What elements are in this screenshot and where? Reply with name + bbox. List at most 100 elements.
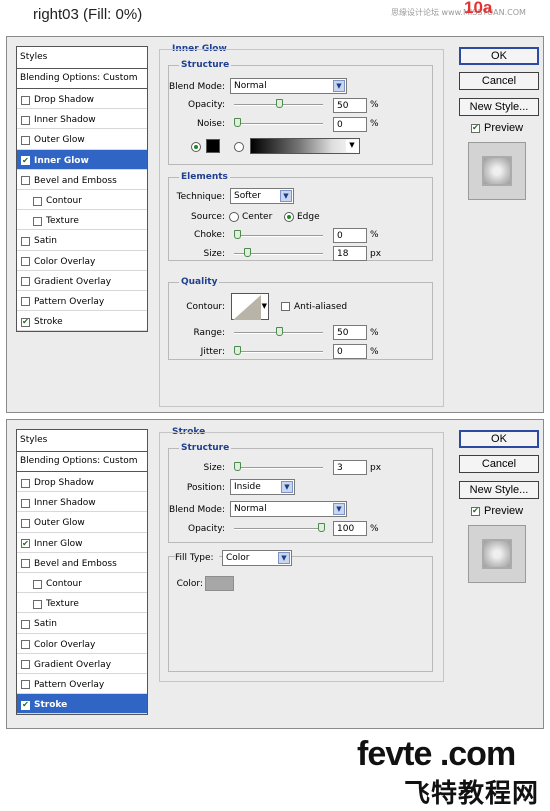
style-item-contour[interactable]: Contour [17, 190, 147, 211]
size-input[interactable]: 18 [333, 246, 367, 261]
blend-mode-select[interactable]: Normal ▼ [230, 78, 347, 94]
size-slider[interactable] [234, 247, 323, 259]
new-style-button[interactable]: New Style... [459, 481, 539, 499]
style-checkbox[interactable] [21, 277, 30, 287]
source-center-radio[interactable] [229, 212, 239, 222]
style-item-outer-glow[interactable]: Outer Glow [17, 129, 147, 150]
style-checkbox[interactable]: ✔ [21, 317, 30, 327]
preview-checkbox[interactable]: ✔ [471, 506, 480, 516]
slider-thumb[interactable] [276, 99, 283, 108]
style-checkbox[interactable] [33, 216, 42, 226]
style-item-drop-shadow[interactable]: Drop Shadow [17, 472, 147, 493]
chevron-down-icon[interactable]: ▼ [262, 302, 267, 310]
blending-options-row[interactable]: Blending Options: Custom [17, 452, 147, 472]
technique-select[interactable]: Softer ▼ [230, 188, 294, 204]
style-checkbox[interactable] [21, 95, 30, 105]
style-item-bevel-and-emboss[interactable]: Bevel and Emboss [17, 553, 147, 573]
style-checkbox[interactable] [33, 579, 42, 589]
opacity-slider[interactable] [234, 522, 325, 534]
style-item-satin[interactable]: Satin [17, 230, 147, 251]
anti-aliased-checkbox[interactable] [281, 302, 290, 311]
cancel-button[interactable]: Cancel [459, 455, 539, 473]
fill-type-select[interactable]: Color ▼ [222, 550, 292, 566]
jitter-slider[interactable] [234, 345, 323, 357]
new-style-button[interactable]: New Style... [459, 98, 539, 116]
range-slider[interactable] [234, 326, 323, 338]
style-item-texture[interactable]: Texture [17, 210, 147, 231]
source-edge-radio[interactable] [284, 212, 294, 222]
style-item-inner-glow[interactable]: ✔ Inner Glow [17, 149, 147, 170]
slider-thumb[interactable] [234, 346, 241, 355]
jitter-input[interactable]: 0 [333, 344, 367, 359]
gradient-swatch[interactable]: ▼ [250, 138, 360, 154]
style-checkbox[interactable]: ✔ [21, 156, 30, 166]
styles-header[interactable]: Styles [17, 47, 147, 69]
ok-button[interactable]: OK [459, 430, 539, 448]
slider-thumb[interactable] [234, 118, 241, 127]
style-item-pattern-overlay[interactable]: Pattern Overlay [17, 674, 147, 695]
style-item-drop-shadow[interactable]: Drop Shadow [17, 89, 147, 110]
style-item-color-overlay[interactable]: Color Overlay [17, 634, 147, 654]
slider-thumb[interactable] [244, 248, 251, 257]
color-radio[interactable] [191, 142, 201, 152]
position-select[interactable]: Inside ▼ [230, 479, 295, 495]
style-checkbox[interactable] [21, 498, 30, 508]
size-input[interactable]: 3 [333, 460, 367, 475]
style-checkbox[interactable] [21, 236, 30, 246]
opacity-slider[interactable] [234, 98, 323, 110]
style-checkbox[interactable] [33, 599, 42, 609]
style-item-bevel-and-emboss[interactable]: Bevel and Emboss [17, 170, 147, 190]
preview-checkbox-row[interactable]: ✔ Preview [471, 505, 523, 517]
stroke-color-swatch[interactable] [205, 576, 234, 591]
style-checkbox[interactable] [21, 680, 30, 690]
style-checkbox[interactable]: ✔ [21, 700, 30, 710]
preview-checkbox[interactable]: ✔ [471, 123, 480, 133]
style-checkbox[interactable]: ✔ [21, 539, 30, 549]
cancel-button[interactable]: Cancel [459, 72, 539, 90]
style-item-inner-shadow[interactable]: Inner Shadow [17, 109, 147, 130]
style-item-pattern-overlay[interactable]: Pattern Overlay [17, 291, 147, 312]
chevron-down-icon[interactable]: ▼ [346, 140, 358, 152]
style-checkbox[interactable] [21, 257, 30, 267]
opacity-input[interactable]: 50 [333, 98, 367, 113]
style-item-gradient-overlay[interactable]: Gradient Overlay [17, 271, 147, 291]
style-item-contour[interactable]: Contour [17, 573, 147, 594]
style-item-color-overlay[interactable]: Color Overlay [17, 251, 147, 271]
style-item-outer-glow[interactable]: Outer Glow [17, 512, 147, 533]
style-checkbox[interactable] [33, 196, 42, 206]
choke-input[interactable]: 0 [333, 228, 367, 243]
style-item-inner-shadow[interactable]: Inner Shadow [17, 492, 147, 513]
slider-thumb[interactable] [318, 523, 325, 532]
choke-slider[interactable] [234, 229, 323, 241]
style-checkbox[interactable] [21, 115, 30, 125]
style-checkbox[interactable] [21, 478, 30, 488]
style-checkbox[interactable] [21, 640, 30, 650]
style-checkbox[interactable] [21, 660, 30, 670]
style-checkbox[interactable] [21, 559, 30, 569]
contour-picker[interactable]: ▼ [231, 293, 269, 320]
style-checkbox[interactable] [21, 297, 30, 307]
opacity-input[interactable]: 100 [333, 521, 367, 536]
slider-thumb[interactable] [234, 230, 241, 239]
slider-thumb[interactable] [234, 462, 241, 471]
style-item-stroke[interactable]: ✔ Stroke [17, 694, 147, 715]
styles-header[interactable]: Styles [17, 430, 147, 452]
style-item-satin[interactable]: Satin [17, 613, 147, 634]
range-input[interactable]: 50 [333, 325, 367, 340]
style-checkbox[interactable] [21, 619, 30, 629]
style-item-inner-glow[interactable]: ✔ Inner Glow [17, 533, 147, 553]
style-item-texture[interactable]: Texture [17, 593, 147, 614]
style-checkbox[interactable] [21, 135, 30, 145]
noise-input[interactable]: 0 [333, 117, 367, 132]
blend-mode-select[interactable]: Normal ▼ [230, 501, 347, 517]
noise-slider[interactable] [234, 117, 323, 129]
style-checkbox[interactable] [21, 518, 30, 528]
ok-button[interactable]: OK [459, 47, 539, 65]
style-checkbox[interactable] [21, 176, 30, 186]
preview-checkbox-row[interactable]: ✔ Preview [471, 122, 523, 134]
blending-options-row[interactable]: Blending Options: Custom [17, 69, 147, 89]
slider-thumb[interactable] [276, 327, 283, 336]
style-item-gradient-overlay[interactable]: Gradient Overlay [17, 654, 147, 674]
gradient-radio[interactable] [234, 142, 244, 152]
glow-color-swatch[interactable] [206, 139, 220, 153]
